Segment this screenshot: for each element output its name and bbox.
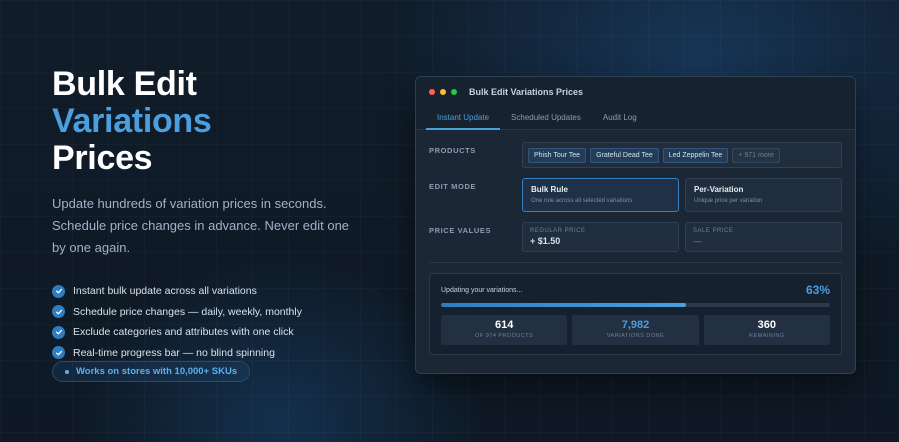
- regular-price-value: + $1.50: [530, 236, 561, 246]
- price-values-label: PRICE VALUES: [429, 226, 492, 235]
- check-icon: [52, 284, 65, 298]
- products-label: PRODUCTS: [429, 146, 476, 155]
- window-title: Bulk Edit Variations Prices: [469, 86, 584, 97]
- stat-products: 614 OF 974 PRODUCTS: [441, 315, 568, 345]
- regular-price-label: REGULAR PRICE: [530, 228, 586, 234]
- price-values-row: PRICE VALUES REGULAR PRICE + $1.50 SALE …: [429, 222, 842, 252]
- product-chip[interactable]: Led Zeppelin Tee: [662, 147, 729, 163]
- tab-bar: Instant Update Scheduled Updates Audit L…: [416, 106, 855, 130]
- stat-value: 360: [757, 319, 776, 331]
- progress-stats: 614 OF 974 PRODUCTS 7,982 VARIATIONS DON…: [441, 315, 830, 345]
- option-title: Bulk Rule: [531, 185, 568, 194]
- option-subtitle: One rule across all selected variations: [531, 198, 633, 204]
- products-row: PRODUCTS Phish Tour Tee Grateful Dead Te…: [429, 142, 842, 168]
- tab-audit-log[interactable]: Audit Log: [592, 106, 648, 129]
- divider: [429, 262, 842, 263]
- window-content: PRODUCTS Phish Tour Tee Grateful Dead Te…: [416, 130, 855, 355]
- check-icon: [52, 325, 65, 339]
- progress-percent: 63%: [805, 283, 830, 297]
- more-products-chip[interactable]: + 971 more: [732, 147, 780, 163]
- product-selector[interactable]: Phish Tour Tee Grateful Dead Tee Led Zep…: [522, 142, 842, 168]
- option-title: Per-Variation: [694, 185, 744, 194]
- edit-mode-label: EDIT MODE: [429, 182, 477, 191]
- product-chip[interactable]: Grateful Dead Tee: [590, 147, 659, 163]
- option-subtitle: Unique price per variation: [694, 198, 763, 204]
- app-window: Bulk Edit Variations Prices Instant Upda…: [415, 76, 856, 374]
- progress-bar-fill: [441, 303, 687, 307]
- check-icon: [52, 305, 65, 319]
- maximize-window-button[interactable]: [451, 88, 457, 95]
- bulk-rule-option[interactable]: Bulk Rule One rule across all selected v…: [522, 178, 679, 212]
- feature-text: Real-time progress bar — no blind spinni…: [73, 346, 275, 359]
- feature-item: Schedule price changes — daily, weekly, …: [52, 302, 372, 323]
- window-controls: [429, 88, 457, 95]
- tab-scheduled-updates[interactable]: Scheduled Updates: [500, 106, 592, 129]
- feature-item: Real-time progress bar — no blind spinni…: [52, 343, 372, 364]
- stat-variations: 7,982 VARIATIONS DONE: [572, 315, 699, 345]
- per-variation-option[interactable]: Per-Variation Unique price per variation: [685, 178, 842, 212]
- tab-instant-update[interactable]: Instant Update: [426, 106, 501, 130]
- hero-title: Bulk Edit Variations Prices: [52, 66, 372, 177]
- regular-price-field[interactable]: REGULAR PRICE + $1.50: [522, 222, 679, 252]
- window-titlebar: Bulk Edit Variations Prices: [416, 77, 855, 106]
- check-icon: [52, 346, 65, 360]
- stat-label: OF 974 PRODUCTS: [475, 333, 534, 339]
- progress-status-text: Updating your variations...: [441, 286, 523, 294]
- hero-title-line1: Bulk Edit: [52, 65, 197, 103]
- hero-description: Update hundreds of variation prices in s…: [52, 196, 350, 255]
- progress-header: Updating your variations... 63%: [441, 283, 830, 297]
- sku-badge: Works on stores with 10,000+ SKUs: [52, 361, 251, 382]
- stat-remaining: 360 REMAINING: [703, 315, 830, 345]
- badge-text: Works on stores with 10,000+ SKUs: [76, 366, 238, 377]
- stat-label: VARIATIONS DONE: [606, 333, 665, 339]
- stat-value: 614: [494, 319, 514, 331]
- product-chip[interactable]: Phish Tour Tee: [528, 147, 587, 163]
- price-fields: REGULAR PRICE + $1.50 SALE PRICE —: [522, 222, 842, 252]
- badge-dot-icon: [65, 369, 69, 374]
- stat-value: 7,982: [621, 319, 650, 331]
- feature-item: Instant bulk update across all variation…: [52, 281, 372, 302]
- stat-label: REMAINING: [748, 333, 785, 339]
- feature-list: Instant bulk update across all variation…: [52, 281, 372, 363]
- hero-section: Bulk Edit Variations Prices Update hundr…: [52, 66, 372, 363]
- feature-text: Schedule price changes — daily, weekly, …: [73, 305, 302, 318]
- feature-text: Instant bulk update across all variation…: [73, 285, 257, 298]
- close-window-button[interactable]: [429, 88, 435, 95]
- edit-mode-row: EDIT MODE Bulk Rule One rule across all …: [429, 178, 842, 212]
- hero-title-line2: Variations: [52, 102, 212, 140]
- sale-price-label: SALE PRICE: [693, 228, 734, 234]
- feature-text: Exclude categories and attributes with o…: [73, 326, 294, 339]
- hero-title-line3: Prices: [52, 139, 153, 177]
- minimize-window-button[interactable]: [440, 88, 446, 95]
- progress-bar: [441, 303, 830, 307]
- edit-mode-options: Bulk Rule One rule across all selected v…: [522, 178, 842, 212]
- progress-panel: Updating your variations... 63% 614 OF 9…: [429, 273, 842, 355]
- feature-item: Exclude categories and attributes with o…: [52, 322, 372, 343]
- sale-price-value: —: [693, 236, 702, 246]
- sale-price-field[interactable]: SALE PRICE —: [685, 222, 842, 252]
